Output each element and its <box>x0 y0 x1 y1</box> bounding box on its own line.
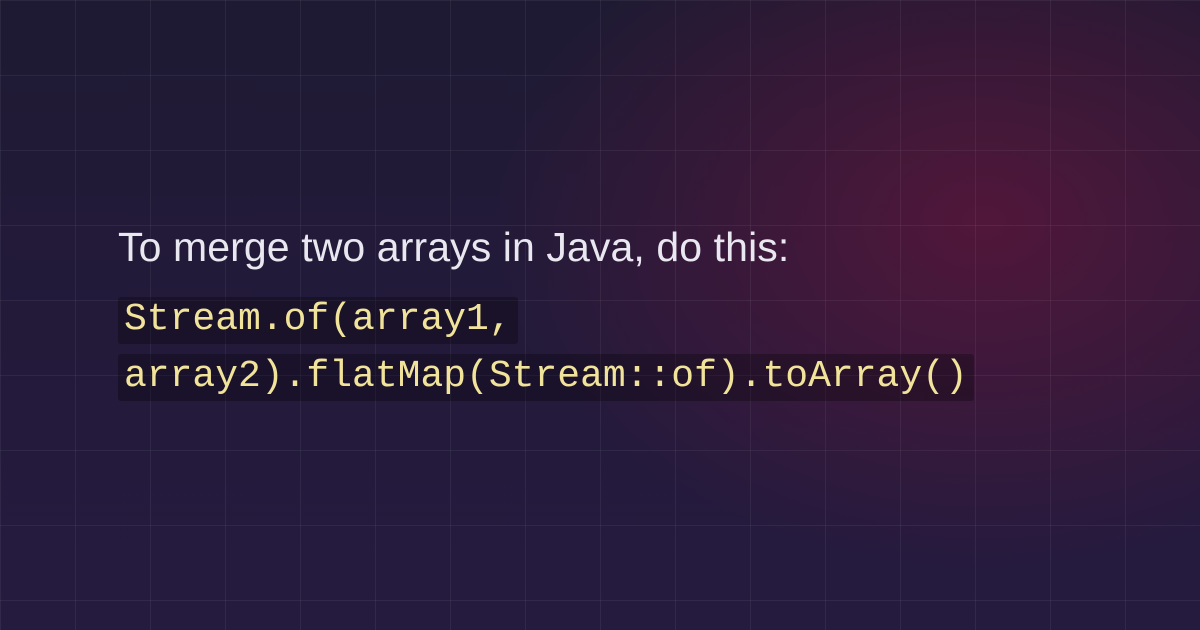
code-snippet: Stream.of(array1, array2).flatMap(Stream… <box>118 297 974 401</box>
content-block: To merge two arrays in Java, do this: St… <box>118 218 1180 405</box>
lead-text: To merge two arrays in Java, do this: <box>118 218 1180 277</box>
code-block: Stream.of(array1, array2).flatMap(Stream… <box>118 291 1180 405</box>
